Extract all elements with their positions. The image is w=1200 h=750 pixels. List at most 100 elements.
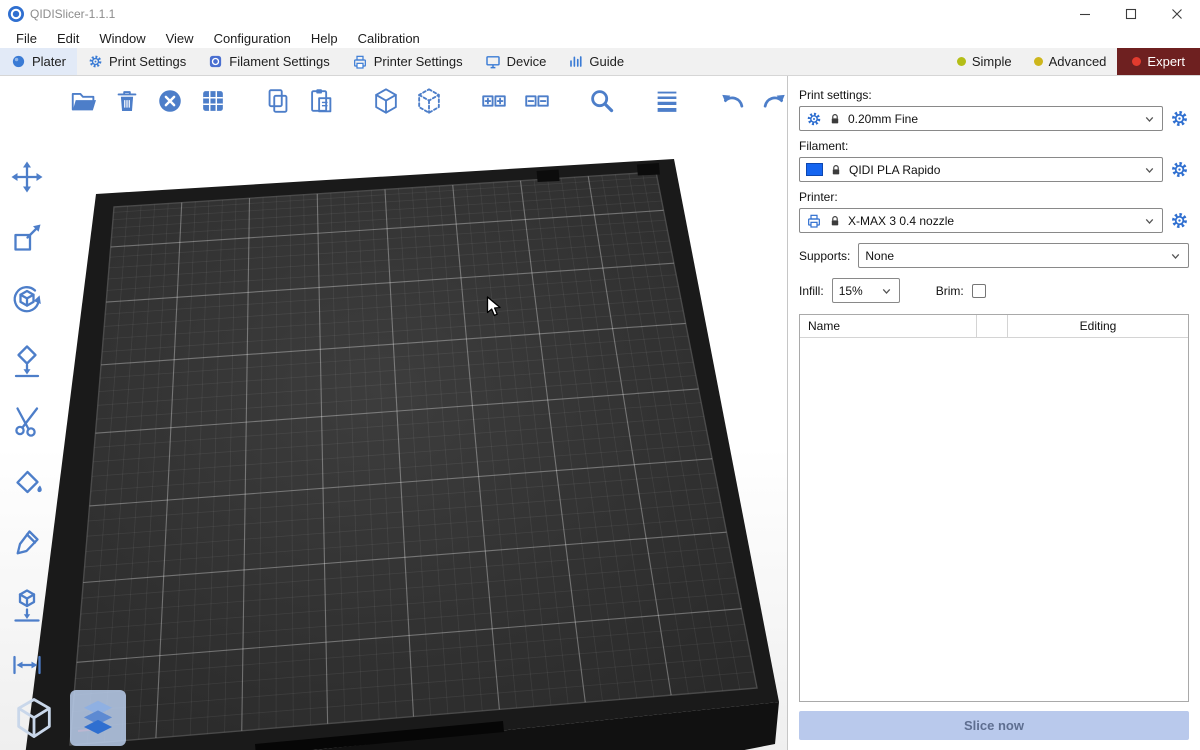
cut-tool-icon[interactable] [6,400,48,442]
gizmo-toolbar [6,156,48,686]
filament-settings-icon [208,54,223,69]
maximize-button[interactable] [1108,0,1154,28]
window-controls [1062,0,1200,28]
filament-label: Filament: [799,139,1189,153]
tab-label: Print Settings [109,54,186,69]
tab-plater[interactable]: Plater [0,48,77,75]
arrange-icon[interactable] [195,83,231,119]
mode-label: Advanced [1049,54,1107,69]
delete-all-icon[interactable] [152,83,188,119]
lock-icon [829,163,843,177]
scale-tool-icon[interactable] [6,217,48,259]
mode-label: Simple [972,54,1012,69]
guide-icon [568,54,583,69]
tab-label: Device [507,54,547,69]
slice-now-button[interactable]: Slice now [799,711,1189,740]
filament-combo[interactable]: QIDI PLA Rapido [799,157,1163,182]
advanced-dot-icon [1034,57,1043,66]
menu-help[interactable]: Help [301,28,348,48]
supports-combo[interactable]: None [858,243,1189,268]
menu-configuration[interactable]: Configuration [204,28,301,48]
preview-layers-view-button[interactable] [70,690,126,746]
place-on-face-tool-icon[interactable] [6,339,48,381]
object-list: Name Editing [799,314,1189,702]
rotate-tool-icon[interactable] [6,278,48,320]
move-tool-icon[interactable] [6,156,48,198]
app-logo-icon [8,6,24,22]
gear-icon [806,111,822,127]
menu-file[interactable]: File [6,28,47,48]
plater-icon [11,54,26,69]
chevron-down-icon [1143,112,1156,125]
close-button[interactable] [1154,0,1200,28]
tab-print-settings[interactable]: Print Settings [77,48,197,75]
print-settings-value: 0.20mm Fine [848,112,918,126]
menu-edit[interactable]: Edit [47,28,89,48]
simple-dot-icon [957,57,966,66]
infill-combo[interactable]: 15% [832,278,900,303]
search-icon[interactable] [584,83,620,119]
tab-filament-settings[interactable]: Filament Settings [197,48,340,75]
print-settings-gear-button[interactable] [1170,109,1189,128]
mode-simple[interactable]: Simple [946,48,1023,75]
lock-icon [828,112,842,126]
undo-icon[interactable] [714,83,750,119]
tab-label: Filament Settings [229,54,329,69]
mode-advanced[interactable]: Advanced [1023,48,1118,75]
brim-label: Brim: [936,284,964,298]
supports-label: Supports: [799,249,850,263]
filament-gear-button[interactable] [1170,160,1189,179]
chevron-down-icon [1143,163,1156,176]
chevron-down-icon [880,284,893,297]
object-list-body[interactable] [800,338,1188,701]
menu-calibration[interactable]: Calibration [348,28,430,48]
mode-expert[interactable]: Expert [1117,48,1200,75]
infill-label: Infill: [799,284,824,298]
cube-view-icon [11,695,57,741]
device-icon [485,54,501,70]
object-list-header: Name Editing [800,315,1188,338]
viewport-3d[interactable] [0,76,787,750]
paste-icon[interactable] [303,83,339,119]
window-title: QIDISlicer-1.1.1 [30,7,115,21]
tab-printer-settings[interactable]: Printer Settings [341,48,474,75]
filament-color-swatch [806,163,823,176]
mode-label: Expert [1147,54,1185,69]
measure-tool-icon[interactable] [6,644,48,686]
view-mode-toolbar [6,690,126,746]
print-settings-label: Print settings: [799,88,1189,102]
copy-icon[interactable] [260,83,296,119]
filament-value: QIDI PLA Rapido [849,163,940,177]
delete-icon[interactable] [109,83,145,119]
print-bed [0,76,787,750]
paint-support-tool-icon[interactable] [6,461,48,503]
printer-label: Printer: [799,190,1189,204]
print-settings-combo[interactable]: 0.20mm Fine [799,106,1163,131]
seam-paint-tool-icon[interactable] [6,522,48,564]
tab-guide[interactable]: Guide [557,48,635,75]
split-to-parts-icon[interactable] [411,83,447,119]
printer-combo[interactable]: X-MAX 3 0.4 nozzle [799,208,1163,233]
menu-view[interactable]: View [156,28,204,48]
brim-checkbox[interactable] [972,284,986,298]
remove-instance-icon[interactable] [519,83,555,119]
split-to-objects-icon[interactable] [368,83,404,119]
column-extra [976,315,1007,337]
add-instance-icon[interactable] [476,83,512,119]
redo-icon[interactable] [757,83,787,119]
tab-device[interactable]: Device [474,48,558,75]
expert-dot-icon [1132,57,1141,66]
supports-value: None [865,249,894,263]
minimize-button[interactable] [1062,0,1108,28]
menu-window[interactable]: Window [89,28,155,48]
layers-view-icon [75,695,121,741]
printer-gear-button[interactable] [1170,211,1189,230]
sink-object-tool-icon[interactable] [6,583,48,625]
open-project-icon[interactable] [66,83,102,119]
tab-label: Plater [32,54,66,69]
tab-label: Guide [589,54,624,69]
3d-editor-view-button[interactable] [6,690,62,746]
infill-value: 15% [839,284,863,298]
main-area: Print settings: 0.20mm Fine Filament: QI… [0,76,1200,750]
variable-layer-height-icon[interactable] [649,83,685,119]
